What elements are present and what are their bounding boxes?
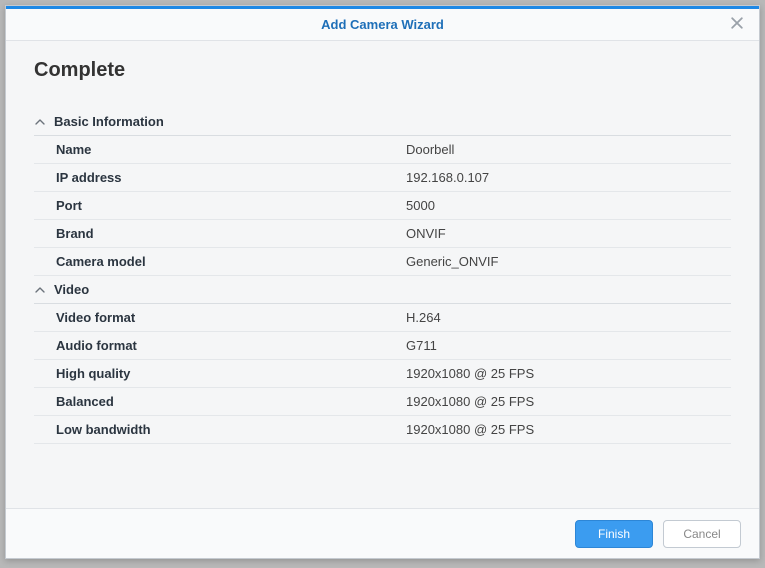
row-balanced: Balanced 1920x1080 @ 25 FPS	[34, 388, 731, 416]
section-basic-title: Basic Information	[54, 114, 164, 129]
value-ip: 192.168.0.107	[406, 170, 489, 185]
row-video-format: Video format H.264	[34, 304, 731, 332]
cancel-button[interactable]: Cancel	[663, 520, 741, 548]
value-brand: ONVIF	[406, 226, 446, 241]
value-name: Doorbell	[406, 142, 454, 157]
chevron-up-icon	[34, 284, 46, 296]
label-name: Name	[56, 142, 406, 157]
row-model: Camera model Generic_ONVIF	[34, 248, 731, 276]
wizard-window: Add Camera Wizard Complete Basic Informa…	[5, 5, 760, 559]
close-icon	[731, 9, 743, 41]
row-low-bandwidth: Low bandwidth 1920x1080 @ 25 FPS	[34, 416, 731, 444]
row-audio-format: Audio format G711	[34, 332, 731, 360]
value-high-quality: 1920x1080 @ 25 FPS	[406, 366, 534, 381]
window-title: Add Camera Wizard	[321, 17, 444, 32]
label-model: Camera model	[56, 254, 406, 269]
value-port: 5000	[406, 198, 435, 213]
value-low-bandwidth: 1920x1080 @ 25 FPS	[406, 422, 534, 437]
page-title: Complete	[34, 59, 731, 82]
label-audio-format: Audio format	[56, 338, 406, 353]
label-low-bandwidth: Low bandwidth	[56, 422, 406, 437]
section-video-title: Video	[54, 282, 89, 297]
value-video-format: H.264	[406, 310, 441, 325]
value-model: Generic_ONVIF	[406, 254, 498, 269]
row-name: Name Doorbell	[34, 136, 731, 164]
content-area: Complete Basic Information Name Doorbell…	[6, 41, 759, 444]
title-bar: Add Camera Wizard	[6, 9, 759, 41]
label-high-quality: High quality	[56, 366, 406, 381]
label-video-format: Video format	[56, 310, 406, 325]
chevron-up-icon	[34, 116, 46, 128]
value-balanced: 1920x1080 @ 25 FPS	[406, 394, 534, 409]
row-ip: IP address 192.168.0.107	[34, 164, 731, 192]
label-ip: IP address	[56, 170, 406, 185]
finish-button[interactable]: Finish	[575, 520, 653, 548]
footer-bar: Finish Cancel	[6, 508, 759, 558]
value-audio-format: G711	[406, 338, 437, 353]
row-high-quality: High quality 1920x1080 @ 25 FPS	[34, 360, 731, 388]
row-brand: Brand ONVIF	[34, 220, 731, 248]
close-button[interactable]	[725, 9, 749, 41]
label-balanced: Balanced	[56, 394, 406, 409]
label-port: Port	[56, 198, 406, 213]
section-basic-header[interactable]: Basic Information	[34, 108, 731, 136]
row-port: Port 5000	[34, 192, 731, 220]
section-video-header[interactable]: Video	[34, 276, 731, 304]
label-brand: Brand	[56, 226, 406, 241]
